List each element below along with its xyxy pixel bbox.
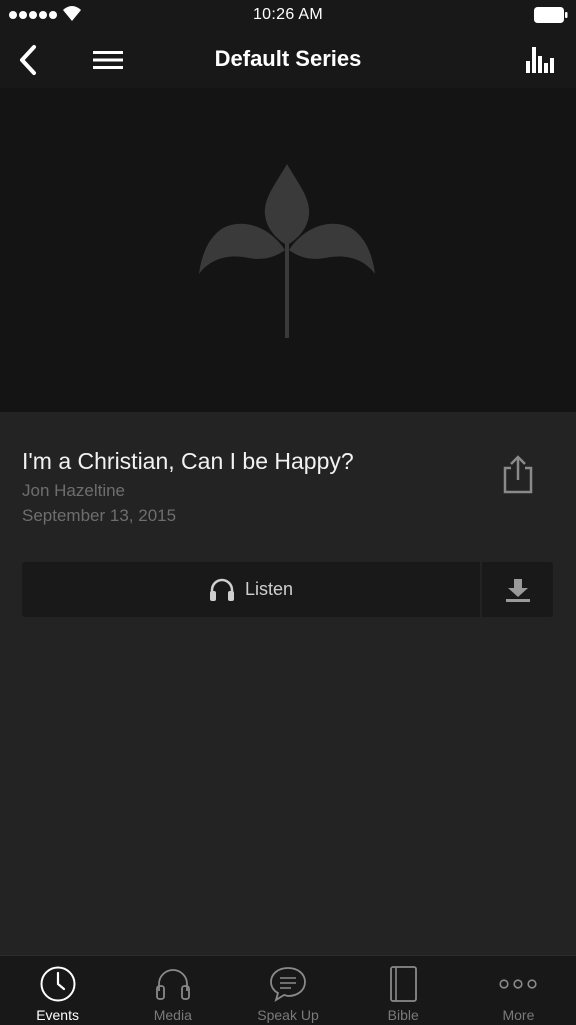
book-icon — [390, 966, 418, 1002]
status-time: 10:26 AM — [252, 6, 323, 23]
tab-label: Events — [36, 1007, 79, 1023]
status-bar: 10:26 AM — [0, 0, 576, 30]
series-artwork — [0, 88, 576, 412]
tab-label: More — [502, 1007, 535, 1023]
share-icon — [503, 455, 533, 494]
download-button[interactable] — [482, 562, 553, 617]
headphones-icon — [209, 578, 234, 601]
tab-label: Speak Up — [257, 1007, 319, 1023]
sermon-details: I'm a Christian, Can I be Happy? Jon Haz… — [0, 412, 576, 955]
tab-events[interactable]: Events — [0, 956, 115, 1025]
tab-label: Media — [153, 1007, 192, 1023]
clock-icon — [40, 966, 76, 1002]
tab-bible[interactable]: Bible — [346, 956, 461, 1025]
sermon-speaker: Jon Hazeltine — [22, 481, 126, 500]
tab-more[interactable]: More — [461, 956, 576, 1025]
bar-chart-icon — [526, 47, 554, 73]
speech-bubble-icon — [270, 967, 306, 1003]
stats-button[interactable] — [520, 40, 560, 80]
share-button[interactable] — [500, 454, 536, 499]
tab-label: Bible — [387, 1007, 419, 1023]
navigation-bar: Default Series — [0, 30, 576, 88]
sermon-date: September 13, 2015 — [22, 506, 177, 525]
tab-media[interactable]: Media — [115, 956, 230, 1025]
battery-icon — [534, 7, 568, 23]
plant-logo-icon — [199, 164, 375, 338]
listen-label: Listen — [244, 579, 294, 599]
headphones-icon — [155, 969, 190, 1000]
sermon-title: I'm a Christian, Can I be Happy? — [22, 448, 354, 474]
listen-button[interactable]: Listen — [22, 562, 480, 617]
download-icon — [505, 578, 530, 602]
tab-bar: Events Media Speak Up Bible More — [0, 955, 576, 1025]
tab-speak-up[interactable]: Speak Up — [230, 956, 345, 1025]
ellipsis-icon — [499, 979, 538, 989]
page-title: Default Series — [214, 46, 362, 71]
